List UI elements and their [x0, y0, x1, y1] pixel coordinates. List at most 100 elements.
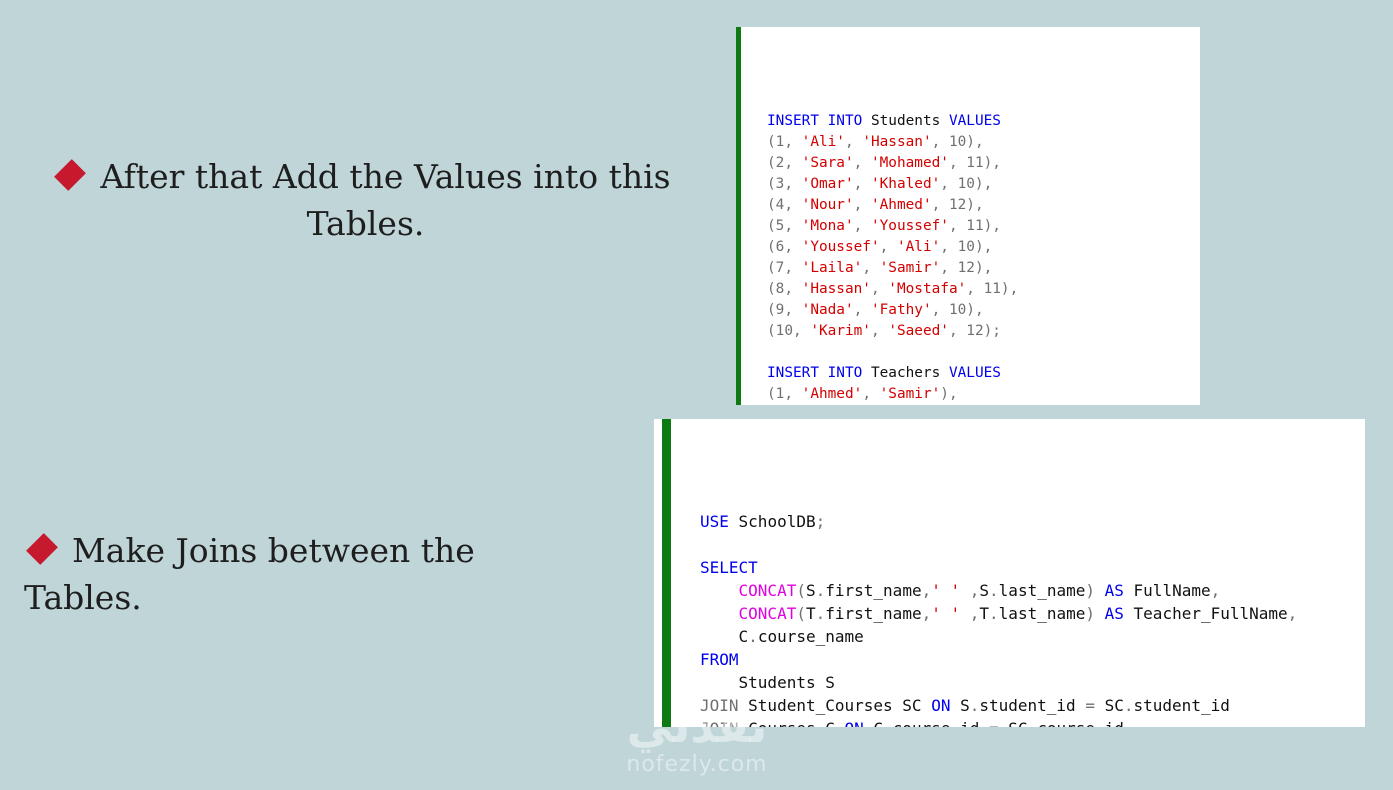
code-token: INSERT INTO — [767, 365, 863, 381]
code-token: , — [921, 604, 932, 623]
code-token: SC — [999, 719, 1027, 727]
code-snippet-insert: INSERT INTO Students VALUES (1, 'Ali', 'H… — [736, 27, 1200, 405]
bullet-add-values: After that Add the Values into this Tabl… — [54, 153, 673, 247]
code-token: student_id — [1133, 696, 1230, 715]
code-token: 'Sara' — [801, 155, 854, 171]
code-line: CONCAT(S.first_name,' ' ,S.last_name) AS… — [700, 579, 1365, 602]
code-token: ), — [940, 386, 958, 402]
code-token: (2, — [767, 155, 802, 171]
code-token: , 12), — [931, 197, 984, 213]
code-token: (4, — [767, 197, 802, 213]
code-token: C — [700, 627, 749, 646]
code-token: ) — [1085, 604, 1105, 623]
bullet-text-make-joins: Make Joins between the Tables. — [24, 531, 475, 617]
code-token: . — [969, 696, 980, 715]
code-line: (1, 'Ali', 'Hassan', 10), — [767, 132, 1200, 153]
code-token: (1, — [767, 386, 802, 402]
code-line: (6, 'Youssef', 'Ali', 10), — [767, 237, 1200, 258]
code-accent-bar — [736, 27, 741, 405]
code-token: = — [1085, 696, 1095, 715]
code-line: (3, 'Omar', 'Khaled', 10), — [767, 174, 1200, 195]
code-token: , — [853, 197, 871, 213]
code-token: 'Mona' — [801, 218, 854, 234]
code-token: T — [979, 604, 990, 623]
code-token: 'Nour' — [801, 197, 854, 213]
code-token: 'Omar' — [801, 176, 854, 192]
code-token: student_id — [979, 696, 1086, 715]
code-token: ON — [931, 696, 951, 715]
code-token: . — [1123, 696, 1134, 715]
code-token: , — [870, 281, 889, 297]
code-accent-bar — [662, 419, 671, 727]
code-token: AS — [1104, 581, 1124, 600]
code-token: Students S — [700, 673, 835, 692]
code-token: (9, — [767, 302, 802, 318]
code-token: 'Fathy' — [870, 302, 932, 318]
code-token: . — [748, 627, 758, 646]
code-token: , — [853, 176, 871, 192]
diamond-bullet-icon — [26, 533, 58, 565]
code-token: (10, — [767, 323, 811, 339]
watermark-logo: نفذلي nofezly.com — [592, 700, 802, 778]
bullet-make-joins: Make Joins between the Tables. — [24, 527, 584, 621]
code-token: , 11), — [948, 218, 1001, 234]
code-line: (2, 'Sara', 'Mohamed', 11), — [767, 153, 1200, 174]
code-token: first_name — [825, 581, 922, 600]
code-token: (1, — [767, 134, 802, 150]
code-token: AS — [1104, 604, 1124, 623]
code-token: Teacher_FullName — [1123, 604, 1288, 623]
code-token: FROM — [700, 650, 739, 669]
code-token: , — [853, 218, 871, 234]
code-line — [767, 342, 1200, 363]
code-token: VALUES — [948, 113, 1001, 129]
code-token: 'Ali' — [801, 134, 845, 150]
code-line: Students S — [700, 671, 1365, 694]
code-token: , — [1210, 581, 1221, 600]
code-token: . — [815, 581, 826, 600]
code-line: C.course_name — [700, 625, 1365, 648]
code-token: ( — [796, 604, 806, 623]
code-line: INSERT INTO Students VALUES — [767, 111, 1200, 132]
code-token: . — [815, 604, 826, 623]
code-token: 'Ahmed' — [870, 197, 932, 213]
code-token: SC — [1094, 696, 1124, 715]
code-token: 'Karim' — [810, 323, 871, 339]
code-token: first_name — [825, 604, 922, 623]
code-lines: USE SchoolDB; SELECT CONCAT(S.first_name… — [700, 510, 1365, 727]
code-token: (3, — [767, 176, 802, 192]
code-token: 'Youssef' — [801, 239, 880, 255]
code-token: 'Hassan' — [801, 281, 871, 297]
code-token: , 10), — [940, 176, 993, 192]
code-token: . — [883, 719, 893, 727]
code-token: ) — [1085, 581, 1105, 600]
code-token: , 11), — [948, 155, 1001, 171]
code-line: FROM — [700, 648, 1365, 671]
code-token: , — [862, 386, 880, 402]
code-token: C — [864, 719, 883, 727]
code-line: (5, 'Mona', 'Youssef', 11), — [767, 216, 1200, 237]
code-token: , — [1287, 604, 1298, 623]
code-token: 'Samir' — [879, 260, 941, 276]
code-token: 'Khaled' — [870, 176, 941, 192]
code-token: FullName — [1123, 581, 1211, 600]
code-token: 'Nada' — [801, 302, 854, 318]
code-token: , — [853, 302, 871, 318]
code-token: . — [989, 581, 999, 600]
code-token: . — [1028, 719, 1038, 727]
code-token: (8, — [767, 281, 802, 297]
code-token: , — [853, 155, 871, 171]
code-token: last_name — [998, 581, 1086, 600]
code-lines: INSERT INTO Students VALUES (1, 'Ali', 'H… — [767, 111, 1200, 405]
code-line: (4, 'Nour', 'Ahmed', 12), — [767, 195, 1200, 216]
code-token: 'Mostafa' — [888, 281, 967, 297]
code-token: = — [989, 719, 999, 727]
code-token: course_id — [1037, 719, 1124, 727]
code-token: , — [844, 134, 863, 150]
code-line: (8, 'Hassan', 'Mostafa', 11), — [767, 279, 1200, 300]
code-token: S — [979, 581, 990, 600]
code-line: CONCAT(T.first_name,' ' ,T.last_name) AS… — [700, 602, 1365, 625]
code-token: SchoolDB — [728, 512, 816, 531]
